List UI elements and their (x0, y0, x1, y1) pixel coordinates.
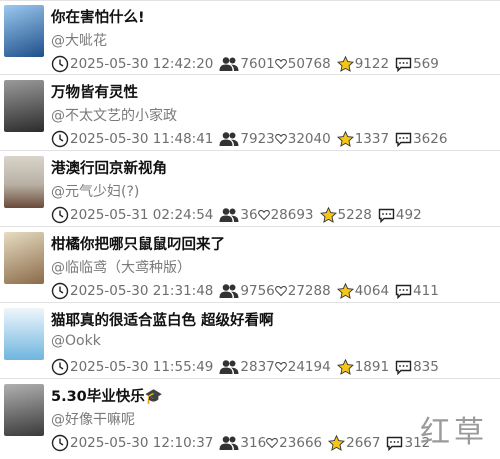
post-meta: 2025-05-30 12:42:20 7601 50768 9122 569 (51, 54, 439, 74)
view-count: 9756 (240, 283, 275, 299)
star-icon (336, 358, 354, 376)
feed-item[interactable]: 万物皆有灵性 @不太文艺的小家政 2025-05-30 11:48:41 792… (0, 76, 500, 151)
star-icon (336, 55, 354, 73)
post-meta: 2025-05-31 02:24:54 36 28693 5228 492 (51, 205, 422, 225)
post-date: 2025-05-30 12:10:37 (70, 435, 214, 451)
feed-item[interactable]: 你在害怕什么! @大呲花 2025-05-30 12:42:20 7601 50… (0, 0, 500, 75)
heart-icon (274, 133, 287, 145)
post-date: 2025-05-30 11:48:41 (70, 131, 214, 147)
post-meta: 2025-05-30 11:55:49 2837 24194 1891 835 (51, 357, 439, 377)
feed-item[interactable]: 猫耶真的很适合蓝白色 超级好看啊 @Ookk 2025-05-30 11:55:… (0, 304, 500, 379)
post-title[interactable]: 柑橘你把哪只鼠鼠叼回来了 (51, 233, 225, 254)
like-count: 27288 (287, 283, 331, 299)
clock-icon (51, 130, 69, 148)
post-date: 2025-05-30 11:55:49 (70, 359, 214, 375)
post-meta: 2025-05-30 11:48:41 7923 32040 1337 3626 (51, 129, 447, 149)
clock-icon (51, 55, 69, 73)
clock-icon (51, 206, 69, 224)
favorite-count: 1337 (354, 131, 390, 147)
users-icon (219, 131, 239, 147)
thumbnail[interactable] (4, 232, 44, 284)
view-count: 7923 (240, 131, 275, 147)
post-meta: 2025-05-30 12:10:37 316 23666 2667 312 (51, 433, 430, 453)
clock-icon (51, 434, 69, 452)
thumbnail[interactable] (4, 308, 44, 360)
favorite-count: 4064 (354, 283, 390, 299)
thumbnail[interactable] (4, 5, 44, 57)
view-count: 316 (240, 435, 267, 451)
feed-item[interactable]: 柑橘你把哪只鼠鼠叼回来了 @临临鸢（大鸢种版） 2025-05-30 21:31… (0, 228, 500, 303)
heart-icon (274, 58, 287, 70)
post-title[interactable]: 你在害怕什么! (51, 6, 145, 27)
view-count: 36 (240, 207, 258, 223)
comment-count: 3626 (413, 131, 448, 147)
post-meta: 2025-05-30 21:31:48 9756 27288 4064 411 (51, 281, 439, 301)
heart-icon (274, 361, 287, 373)
favorite-count: 5228 (337, 207, 372, 223)
view-count: 2837 (240, 359, 275, 375)
comment-icon (395, 57, 412, 72)
post-author[interactable]: @元气少妇(?) (51, 181, 139, 201)
thumbnail[interactable] (4, 384, 44, 436)
post-date: 2025-05-30 12:42:20 (70, 56, 214, 72)
users-icon (219, 435, 239, 451)
star-icon (336, 130, 354, 148)
like-count: 23666 (279, 435, 323, 451)
users-icon (219, 207, 239, 223)
view-count: 7601 (240, 56, 275, 72)
comment-icon (386, 436, 403, 451)
comment-icon (378, 208, 395, 223)
post-title[interactable]: 港澳行回京新视角 (51, 157, 167, 178)
like-count: 24194 (287, 359, 331, 375)
post-title[interactable]: 猫耶真的很适合蓝白色 超级好看啊 (51, 309, 274, 330)
heart-icon (266, 437, 279, 449)
heart-icon (274, 285, 287, 297)
comment-count: 569 (413, 56, 439, 72)
thumbnail[interactable] (4, 156, 44, 208)
clock-icon (51, 282, 69, 300)
feed-item[interactable]: 港澳行回京新视角 @元气少妇(?) 2025-05-31 02:24:54 36… (0, 152, 500, 227)
users-icon (219, 56, 239, 72)
like-count: 32040 (287, 131, 331, 147)
favorite-count: 9122 (354, 56, 390, 72)
comment-icon (395, 284, 412, 299)
watermark: 红草 (420, 415, 488, 450)
thumbnail[interactable] (4, 80, 44, 132)
like-count: 28693 (270, 207, 314, 223)
post-date: 2025-05-31 02:24:54 (70, 207, 214, 223)
comment-count: 492 (395, 207, 422, 223)
post-author[interactable]: @大呲花 (51, 30, 107, 50)
clock-icon (51, 358, 69, 376)
post-title[interactable]: 万物皆有灵性 (51, 81, 138, 102)
video-feed: 你在害怕什么! @大呲花 2025-05-30 12:42:20 7601 50… (0, 0, 500, 459)
comment-icon (395, 132, 412, 147)
post-author[interactable]: @Ookk (51, 333, 101, 349)
favorite-count: 2667 (346, 435, 381, 451)
users-icon (219, 359, 239, 375)
users-icon (219, 283, 239, 299)
star-icon (336, 282, 354, 300)
post-author[interactable]: @好像干嘛呢 (51, 409, 135, 429)
favorite-count: 1891 (354, 359, 390, 375)
comment-count: 835 (413, 359, 439, 375)
post-author[interactable]: @临临鸢（大鸢种版） (51, 257, 191, 277)
heart-icon (257, 209, 270, 221)
post-title[interactable]: 5.30毕业快乐🎓 (51, 385, 163, 406)
star-icon (328, 434, 346, 452)
comment-icon (395, 360, 412, 375)
star-icon (319, 206, 337, 224)
post-author[interactable]: @不太文艺的小家政 (51, 105, 177, 125)
like-count: 50768 (287, 56, 331, 72)
comment-count: 411 (413, 283, 439, 299)
post-date: 2025-05-30 21:31:48 (70, 283, 214, 299)
